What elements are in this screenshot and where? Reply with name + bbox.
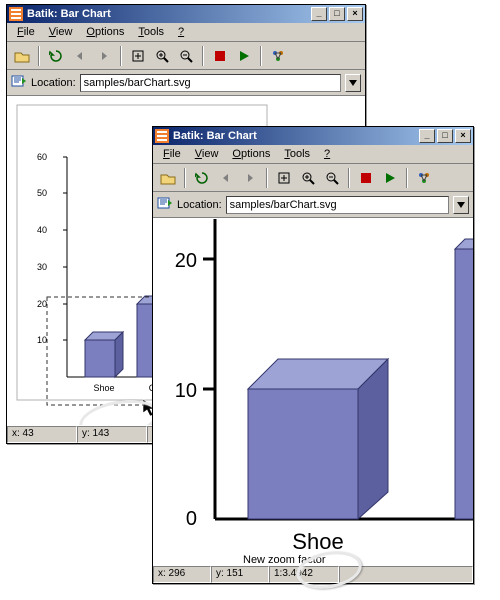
annotation-new-zoom: New zoom factor [243,554,326,565]
chart-canvas-zoomed[interactable]: 20 10 0 Shoe New zoom factor [153,218,473,565]
open-icon[interactable] [157,167,179,189]
window-title: Batik: Bar Chart [173,130,419,142]
zoom-in-icon[interactable] [297,167,319,189]
svg-text:60: 60 [37,152,47,162]
zoom-out-icon[interactable] [175,45,197,67]
svg-text:40: 40 [37,225,47,235]
svg-text:20: 20 [37,299,47,309]
dom-icon[interactable] [413,167,435,189]
menu-help[interactable]: ? [172,25,190,39]
zoom-reset-icon[interactable] [273,167,295,189]
menu-tools[interactable]: Tools [278,147,316,161]
location-icon [157,195,173,214]
status-x: x: 43 [7,426,77,443]
menu-options[interactable]: Options [80,25,130,39]
reload-icon[interactable] [45,45,67,67]
minimize-button[interactable]: _ [311,7,327,21]
menu-file[interactable]: File [157,147,187,161]
menu-options[interactable]: Options [226,147,276,161]
toolbar [7,42,365,70]
svg-text:Shoe: Shoe [93,383,114,393]
status-zoom: 1:3.4942 [269,566,339,583]
menu-view[interactable]: View [189,147,225,161]
window-title: Batik: Bar Chart [27,8,311,20]
close-button[interactable]: × [347,7,363,21]
dom-icon[interactable] [267,45,289,67]
svg-text:10: 10 [37,335,47,345]
zoom-reset-icon[interactable] [127,45,149,67]
menu-file[interactable]: File [11,25,41,39]
titlebar[interactable]: Batik: Bar Chart _ □ × [153,127,473,145]
status-rest [339,566,473,583]
toolbar [153,164,473,192]
menubar: File View Options Tools ? [7,23,365,42]
back-icon[interactable] [215,167,237,189]
reload-icon[interactable] [191,167,213,189]
batik-app-icon [9,7,23,21]
statusbar: x: 296 y: 151 1:3.4942 [153,565,473,583]
forward-icon[interactable] [93,45,115,67]
menu-help[interactable]: ? [318,147,336,161]
status-x: x: 296 [153,566,211,583]
forward-icon[interactable] [239,167,261,189]
zoom-out-icon[interactable] [321,167,343,189]
maximize-button[interactable]: □ [329,7,345,21]
location-dropdown-icon[interactable] [453,196,469,214]
svg-text:Shoe: Shoe [292,529,343,554]
stop-icon[interactable] [209,45,231,67]
play-icon[interactable] [379,167,401,189]
window-front: Batik: Bar Chart _ □ × File View Options… [152,126,474,584]
location-input[interactable] [226,196,449,214]
svg-text:30: 30 [37,262,47,272]
menu-tools[interactable]: Tools [132,25,170,39]
minimize-button[interactable]: _ [419,129,435,143]
location-icon [11,73,27,92]
maximize-button[interactable]: □ [437,129,453,143]
menu-view[interactable]: View [43,25,79,39]
svg-text:50: 50 [37,188,47,198]
location-label: Location: [31,77,76,89]
play-icon[interactable] [233,45,255,67]
location-input[interactable] [80,74,341,92]
location-label: Location: [177,199,222,211]
location-bar: Location: [7,70,365,96]
titlebar[interactable]: Batik: Bar Chart _ □ × [7,5,365,23]
bar-partial-right [455,239,473,519]
menubar: File View Options Tools ? [153,145,473,164]
back-icon[interactable] [69,45,91,67]
bar-shoe-zoomed [248,359,388,519]
zoom-in-icon[interactable] [151,45,173,67]
svg-text:20: 20 [175,250,197,272]
svg-text:0: 0 [186,508,197,530]
svg-text:10: 10 [175,380,197,402]
close-button[interactable]: × [455,129,471,143]
location-bar: Location: [153,192,473,218]
open-icon[interactable] [11,45,33,67]
status-y: y: 151 [211,566,269,583]
batik-app-icon [155,129,169,143]
status-y: y: 143 [77,426,147,443]
stop-icon[interactable] [355,167,377,189]
location-dropdown-icon[interactable] [345,74,361,92]
